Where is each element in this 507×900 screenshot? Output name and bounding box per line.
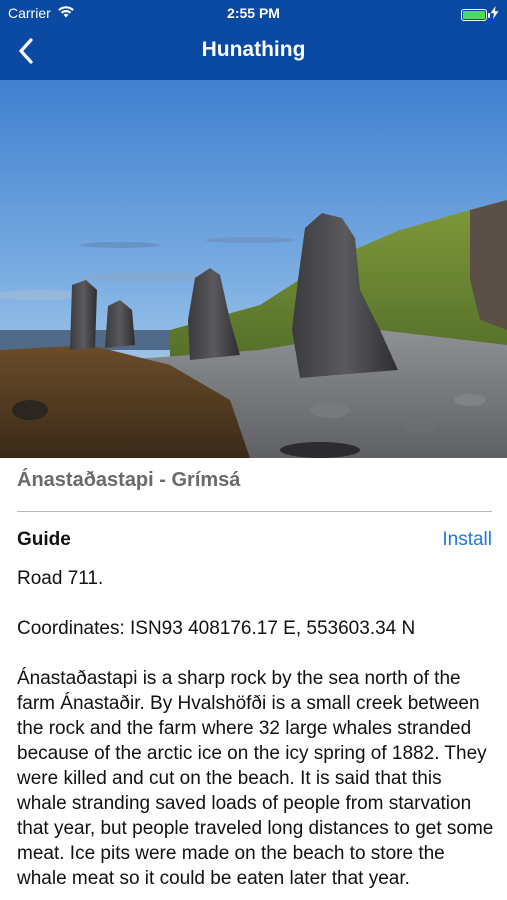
install-button[interactable]: Install — [442, 529, 492, 551]
guide-label: Guide — [17, 529, 71, 550]
status-time: 2:55 PM — [227, 5, 280, 21]
description-text: Ánastaðastapi is a sharp rock by the sea… — [17, 668, 494, 889]
road-text: Road 711. — [17, 568, 104, 589]
guide-content: Road 711. Coordinates: ISN93 408176.17 E… — [17, 566, 495, 891]
divider — [17, 511, 492, 512]
coordinates-text: Coordinates: ISN93 408176.17 E, 553603.3… — [17, 618, 416, 639]
battery-fill — [463, 11, 485, 19]
hero-photo — [0, 80, 507, 458]
place-title: Ánastaðastapi - Grímsá — [17, 469, 241, 491]
battery-icon — [461, 9, 490, 21]
battery-indicator — [461, 6, 499, 24]
charging-bolt-icon — [490, 6, 499, 24]
navigation-bar: Hunathing — [0, 28, 507, 80]
page-title: Hunathing — [201, 38, 306, 61]
status-bar: Carrier 2:55 PM — [0, 0, 507, 28]
